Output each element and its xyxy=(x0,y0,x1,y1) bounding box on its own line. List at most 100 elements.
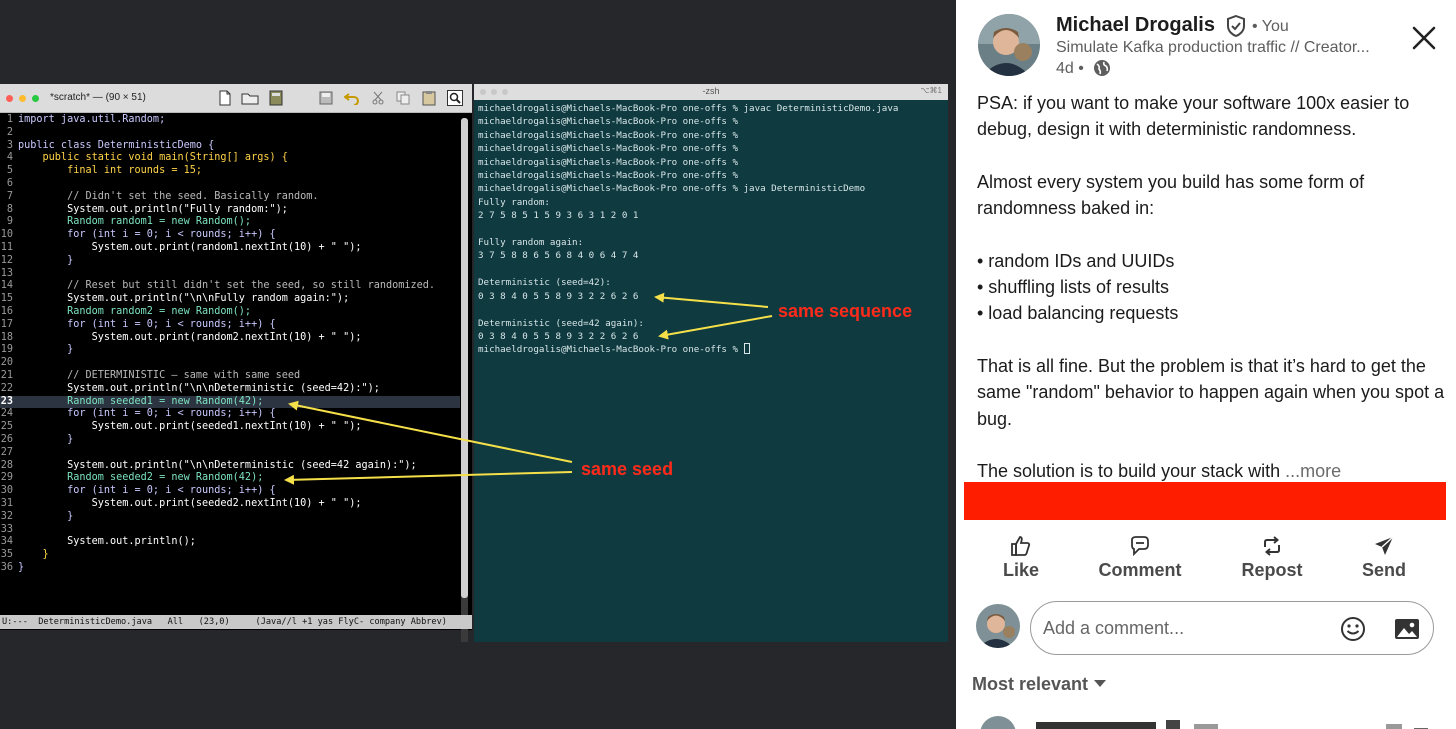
paste-icon[interactable] xyxy=(420,89,438,107)
code-line[interactable]: 29 Random seeded2 = new Random(42); xyxy=(0,472,460,485)
code-line[interactable]: 10 for (int i = 0; i < rounds; i++) { xyxy=(0,229,460,242)
line-number: 3 xyxy=(6,139,13,151)
line-text: System.out.println(); xyxy=(18,536,196,548)
line-number: 24 xyxy=(0,408,13,420)
close-icon[interactable] xyxy=(1410,24,1438,52)
line-text: } xyxy=(18,561,25,573)
send-button[interactable]: Send xyxy=(1329,534,1439,581)
like-button[interactable]: Like xyxy=(966,534,1076,581)
code-line[interactable]: 35 } xyxy=(0,549,460,562)
code-line[interactable]: 15 System.out.println("\n\nFully random … xyxy=(0,293,460,306)
code-line[interactable]: 21 // DETERMINISTIC — same with same see… xyxy=(0,370,460,383)
code-line[interactable]: 28 System.out.println("\n\nDeterministic… xyxy=(0,460,460,473)
editor-titlebar: *scratch* — (90 × 51) xyxy=(0,84,472,113)
code-line[interactable]: 23 Random seeded1 = new Random(42); xyxy=(0,395,460,409)
emacs-editor-window: *scratch* — (90 × 51) 1 import java.util… xyxy=(0,84,472,694)
send-label: Send xyxy=(1361,560,1406,580)
code-line[interactable]: 13 xyxy=(0,268,460,281)
code-line[interactable]: 20 xyxy=(0,357,460,370)
undo-icon[interactable] xyxy=(343,89,361,107)
code-line[interactable]: 7 // Didn't set the seed. Basically rand… xyxy=(0,191,460,204)
post-body: PSA: if you want to make your software 1… xyxy=(977,90,1447,484)
code-line[interactable]: 31 System.out.print(seeded2.nextInt(10) … xyxy=(0,498,460,511)
zoom-window-button[interactable] xyxy=(32,95,39,102)
code-line[interactable]: 17 for (int i = 0; i < rounds; i++) { xyxy=(0,319,460,332)
code-line[interactable]: 5 final int rounds = 15; xyxy=(0,165,460,178)
comment-box[interactable] xyxy=(1030,601,1434,655)
terminal-line: michaeldrogalis@Michaels-MacBook-Pro one… xyxy=(478,116,738,128)
terminal-line: michaeldrogalis@Michaels-MacBook-Pro one… xyxy=(478,103,899,114)
terminal-prompt-line[interactable]: michaeldrogalis@Michaels-MacBook-Pro one… xyxy=(478,343,946,356)
line-number: 4 xyxy=(6,152,13,164)
close-window-button[interactable] xyxy=(6,95,13,102)
line-text: for (int i = 0; i < rounds; i++) { xyxy=(18,229,276,241)
terminal-titlebar: -zsh ⌥⌘1 xyxy=(474,84,948,100)
terminal-line: michaeldrogalis@Michaels-MacBook-Pro one… xyxy=(478,183,866,195)
terminal-line: Fully random again: xyxy=(478,237,584,249)
terminal-prompt: michaeldrogalis@Michaels-MacBook-Pro one… xyxy=(478,344,744,356)
editor-scrollbar-thumb[interactable] xyxy=(461,118,468,598)
see-more-link[interactable]: ...more xyxy=(1285,461,1341,481)
code-line[interactable]: 2 xyxy=(0,127,460,140)
code-line[interactable]: 6 xyxy=(0,178,460,191)
terminal-shortcut: ⌥⌘1 xyxy=(920,86,942,95)
code-line[interactable]: 26 } xyxy=(0,434,460,447)
code-line[interactable]: 18 System.out.print(random2.nextInt(10) … xyxy=(0,332,460,345)
code-line[interactable]: 32 } xyxy=(0,511,460,524)
line-number: 7 xyxy=(6,190,13,202)
current-user-avatar[interactable] xyxy=(976,604,1020,648)
line-text: Random random2 = new Random(); xyxy=(18,305,252,317)
photo-icon[interactable] xyxy=(1393,615,1421,643)
code-line[interactable]: 16 Random random2 = new Random(); xyxy=(0,306,460,319)
line-text: System.out.println("\n\nDeterministic (s… xyxy=(18,459,417,471)
embedded-screenshot: *scratch* — (90 × 51) 1 import java.util… xyxy=(0,0,956,729)
code-buffer[interactable]: 1 import java.util.Random; 2 3 public class … xyxy=(0,114,460,614)
code-line[interactable]: 25 System.out.print(seeded1.nextInt(10) … xyxy=(0,421,460,434)
code-line[interactable]: 4 public static void main(String[] args)… xyxy=(0,152,460,165)
line-number: 10 xyxy=(0,229,13,241)
code-line[interactable]: 22 System.out.println("\n\nDeterministic… xyxy=(0,383,460,396)
comment-sort-dropdown[interactable]: Most relevant xyxy=(972,674,1107,695)
terminal-cursor xyxy=(743,343,750,355)
line-number: 29 xyxy=(0,472,13,484)
line-number: 6 xyxy=(6,177,13,189)
like-label: Like xyxy=(1002,560,1040,580)
comment-button[interactable]: Comment xyxy=(1085,534,1195,581)
minimize-window-button[interactable] xyxy=(19,95,26,102)
post-bullet-3: • load balancing requests xyxy=(977,303,1179,324)
code-line[interactable]: 34 System.out.println(); xyxy=(0,536,460,549)
author-name[interactable]: Michael Drogalis xyxy=(1056,14,1215,37)
code-line[interactable]: 27 xyxy=(0,447,460,460)
code-line[interactable]: 3 public class DeterministicDemo { xyxy=(0,140,460,153)
new-file-icon[interactable] xyxy=(216,89,234,107)
code-line[interactable]: 36} xyxy=(0,562,460,575)
disk-icon[interactable] xyxy=(317,89,335,107)
code-line[interactable]: 1 import java.util.Random; xyxy=(0,114,460,127)
code-line[interactable]: 24 for (int i = 0; i < rounds; i++) { xyxy=(0,408,460,421)
repost-button[interactable]: Repost xyxy=(1217,534,1327,581)
cut-icon[interactable] xyxy=(369,89,387,107)
code-line[interactable]: 9 Random random1 = new Random(); xyxy=(0,216,460,229)
linkedin-post-panel: Michael Drogalis • You Simulate Kafka pr… xyxy=(956,0,1456,729)
line-text: // DETERMINISTIC — same with same seed xyxy=(18,369,301,381)
post-bullet-2: • shuffling lists of results xyxy=(977,277,1170,298)
save-icon[interactable] xyxy=(267,89,285,107)
code-line[interactable]: 14 // Reset but still didn't set the see… xyxy=(0,280,460,293)
post-paragraph-2: Almost every system you build has some f… xyxy=(977,171,1365,219)
comment-input[interactable] xyxy=(1043,602,1333,654)
line-text: Random random1 = new Random(); xyxy=(18,216,252,228)
copy-icon[interactable] xyxy=(394,89,412,107)
code-line[interactable]: 33 xyxy=(0,524,460,537)
code-line[interactable]: 8 System.out.println("Fully random:"); xyxy=(0,204,460,217)
open-folder-icon[interactable] xyxy=(241,89,259,107)
code-line[interactable]: 19 } xyxy=(0,344,460,357)
code-line[interactable]: 30 for (int i = 0; i < rounds; i++) { xyxy=(0,485,460,498)
line-text: public class DeterministicDemo { xyxy=(18,139,215,151)
code-line[interactable]: 12 } xyxy=(0,255,460,268)
terminal-line: Deterministic (seed=42): xyxy=(478,277,611,289)
code-line[interactable]: 11 System.out.print(random1.nextInt(10) … xyxy=(0,242,460,255)
line-number: 32 xyxy=(0,510,13,522)
emoji-icon[interactable] xyxy=(1339,615,1367,643)
search-icon[interactable] xyxy=(446,89,464,107)
author-avatar[interactable] xyxy=(978,14,1040,76)
